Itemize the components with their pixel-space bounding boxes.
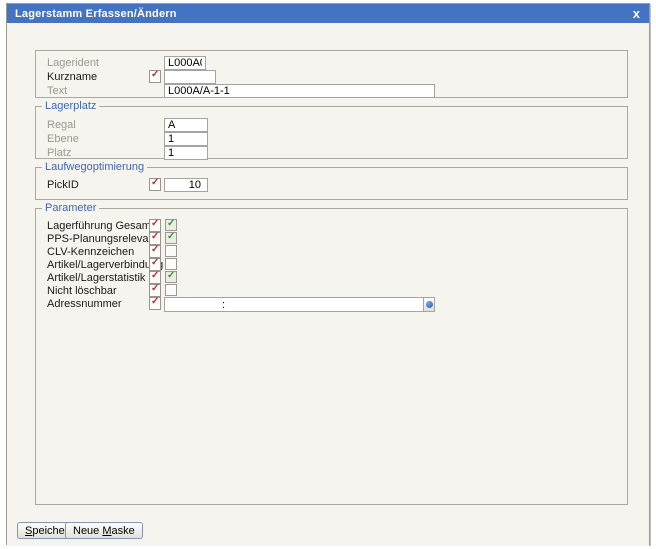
label-kurzname: Kurzname — [47, 71, 97, 83]
required-check-icon[interactable] — [149, 178, 161, 191]
artikel-lagerverbindung-checkbox[interactable] — [165, 258, 177, 270]
label-artikel-lagerstatistik: Artikel/Lagerstatistik — [47, 272, 145, 284]
label-pps-planungsrelevant: PPS-Planungsrelevant — [47, 233, 158, 245]
lagerfuehrung-gesamt-checkbox[interactable] — [165, 219, 177, 231]
label-nicht-loeschbar: Nicht löschbar — [47, 285, 117, 297]
group-general: Lagerident Kurzname Text — [35, 50, 628, 98]
label-lagerident: Lagerident — [47, 57, 99, 69]
label-regal: Regal — [47, 119, 76, 131]
text-input[interactable] — [164, 84, 435, 98]
label-clv-kennzeichen: CLV-Kennzeichen — [47, 246, 134, 258]
lagerident-input[interactable] — [164, 56, 206, 70]
label-pickid: PickID — [47, 179, 79, 191]
label-artikel-lagerverbindung: Artikel/Lagerverbindung — [47, 259, 163, 271]
required-check-icon[interactable] — [149, 297, 161, 310]
required-check-icon[interactable] — [149, 70, 161, 83]
dropdown-icon[interactable] — [423, 298, 434, 311]
new-mask-button[interactable]: Neue Maske — [65, 522, 143, 539]
adressnummer-value: : — [222, 299, 225, 311]
clv-kennzeichen-checkbox[interactable] — [165, 245, 177, 257]
label-text: Text — [47, 85, 67, 97]
pickid-input[interactable] — [164, 178, 208, 192]
label-ebene: Ebene — [47, 133, 79, 145]
ebene-input[interactable] — [164, 132, 208, 146]
label-lagerfuehrung-gesamt: Lagerführung Gesamt — [47, 220, 154, 232]
close-icon[interactable]: x — [633, 5, 640, 22]
group-parameter-legend: Parameter — [42, 202, 99, 214]
group-lagerplatz-legend: Lagerplatz — [42, 100, 99, 112]
titlebar: Lagerstamm Erfassen/Ändern x — [7, 4, 649, 23]
label-adressnummer: Adressnummer — [47, 298, 122, 310]
label-platz: Platz — [47, 147, 71, 159]
kurzname-input[interactable] — [164, 70, 216, 84]
platz-input[interactable] — [164, 146, 208, 160]
dialog-body: Lagerident Kurzname Text Lagerplatz Rega… — [7, 23, 649, 546]
group-parameter: Parameter Lagerführung Gesamt PPS-Planun… — [35, 208, 628, 505]
group-laufwegoptimierung-legend: Laufwegoptimierung — [42, 161, 147, 173]
regal-input[interactable] — [164, 118, 208, 132]
window-title: Lagerstamm Erfassen/Ändern — [15, 8, 177, 20]
group-laufwegoptimierung: Laufwegoptimierung PickID — [35, 167, 628, 200]
adressnummer-combobox[interactable]: : — [164, 297, 435, 312]
pps-planungsrelevant-checkbox[interactable] — [165, 232, 177, 244]
group-lagerplatz: Lagerplatz Regal Ebene Platz — [35, 106, 628, 159]
artikel-lagerstatistik-checkbox[interactable] — [165, 271, 177, 283]
nicht-loeschbar-checkbox[interactable] — [165, 284, 177, 296]
dialog-window: Lagerstamm Erfassen/Ändern x Lagerident … — [6, 3, 650, 545]
